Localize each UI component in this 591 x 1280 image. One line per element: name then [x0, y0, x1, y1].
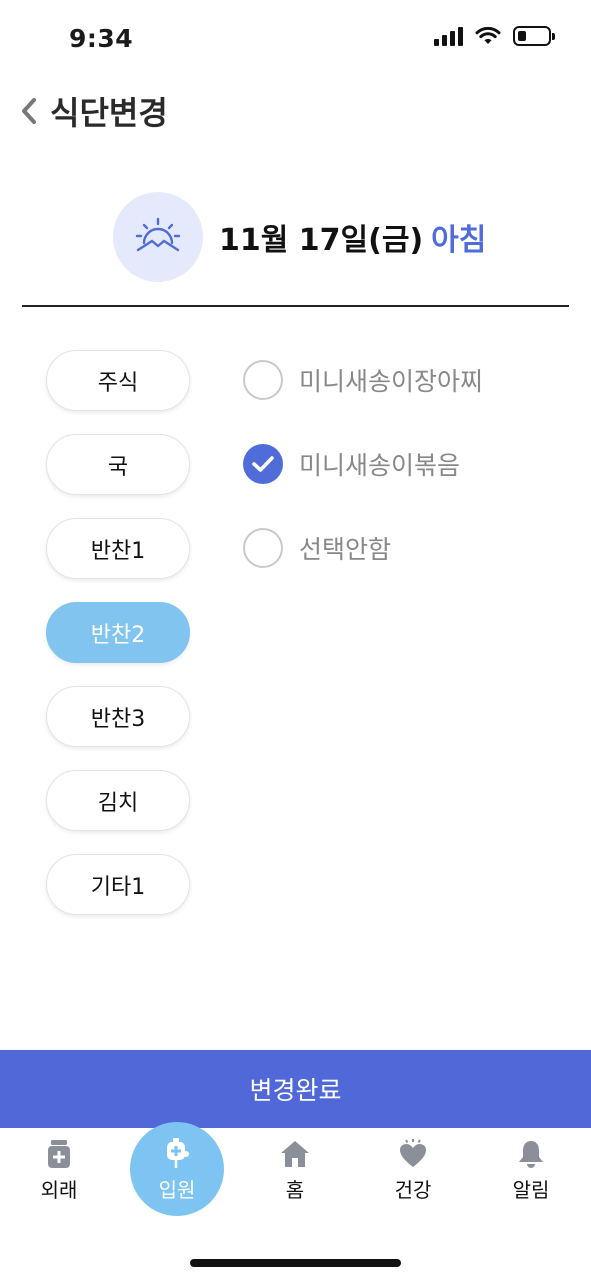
iv-drip-icon: [164, 1138, 190, 1170]
header: 식단변경: [20, 88, 168, 134]
tab-alerts[interactable]: 알림: [486, 1138, 576, 1203]
meal-time: 아침: [431, 223, 487, 258]
category-list: 주식 국 반찬1 반찬2 반찬3 김치 기타1: [46, 350, 190, 915]
option-label: 선택안함: [299, 534, 392, 564]
home-icon: [279, 1138, 311, 1170]
bell-icon: [517, 1138, 545, 1170]
meal-info: 11월 17일(금) 아침: [113, 192, 486, 282]
battery-icon: [513, 26, 555, 46]
category-pill-active[interactable]: 반찬2: [46, 602, 190, 663]
option-label: 미니새송이볶음: [299, 450, 461, 480]
category-pill[interactable]: 기타1: [46, 854, 190, 915]
signal-icon: [434, 26, 463, 46]
page-title: 식단변경: [50, 94, 168, 132]
radio-unchecked-icon[interactable]: [243, 527, 283, 568]
divider: [22, 305, 569, 307]
tab-label: 입원: [158, 1178, 196, 1202]
option-list: 미니새송이장아찌 미니새송이볶음 선택안함: [243, 358, 483, 569]
medicine-bottle-icon: [47, 1138, 71, 1170]
tab-label: 건강: [394, 1178, 432, 1202]
tab-label: 외래: [40, 1178, 78, 1202]
status-icons: [434, 26, 555, 46]
category-pill[interactable]: 김치: [46, 770, 190, 831]
wifi-icon: [475, 26, 501, 44]
back-arrow-icon[interactable]: [20, 91, 40, 131]
tab-home[interactable]: 홈: [250, 1138, 340, 1203]
tab-inpatient[interactable]: 입원: [132, 1138, 222, 1203]
option-item[interactable]: 선택안함: [243, 526, 483, 569]
category-pill[interactable]: 반찬1: [46, 518, 190, 579]
radio-unchecked-icon[interactable]: [243, 359, 283, 400]
home-indicator: [190, 1259, 401, 1267]
tab-outpatient[interactable]: 외래: [14, 1138, 104, 1203]
sunrise-icon: [113, 192, 203, 282]
meal-change-screen: 9:34 식단변경 11월 17일(금) 아침 주식 국 반찬1 반찬2 반찬3…: [0, 0, 591, 1280]
heart-icon: [398, 1138, 428, 1170]
status-time: 9:34: [69, 24, 134, 53]
meal-date: 11월 17일(금): [219, 223, 424, 258]
category-pill[interactable]: 반찬3: [46, 686, 190, 747]
tab-health[interactable]: 건강: [368, 1138, 458, 1203]
tab-bar: 외래 입원 홈 건강 알림: [0, 1122, 591, 1280]
option-item[interactable]: 미니새송이장아찌: [243, 358, 483, 401]
tab-label: 홈: [285, 1178, 305, 1202]
tab-label: 알림: [512, 1178, 550, 1202]
option-label: 미니새송이장아찌: [299, 366, 484, 396]
option-item[interactable]: 미니새송이볶음: [243, 442, 483, 485]
category-pill[interactable]: 국: [46, 434, 190, 495]
radio-checked-icon[interactable]: [243, 443, 283, 484]
confirm-button[interactable]: 변경완료: [0, 1050, 591, 1128]
category-pill[interactable]: 주식: [46, 350, 190, 411]
